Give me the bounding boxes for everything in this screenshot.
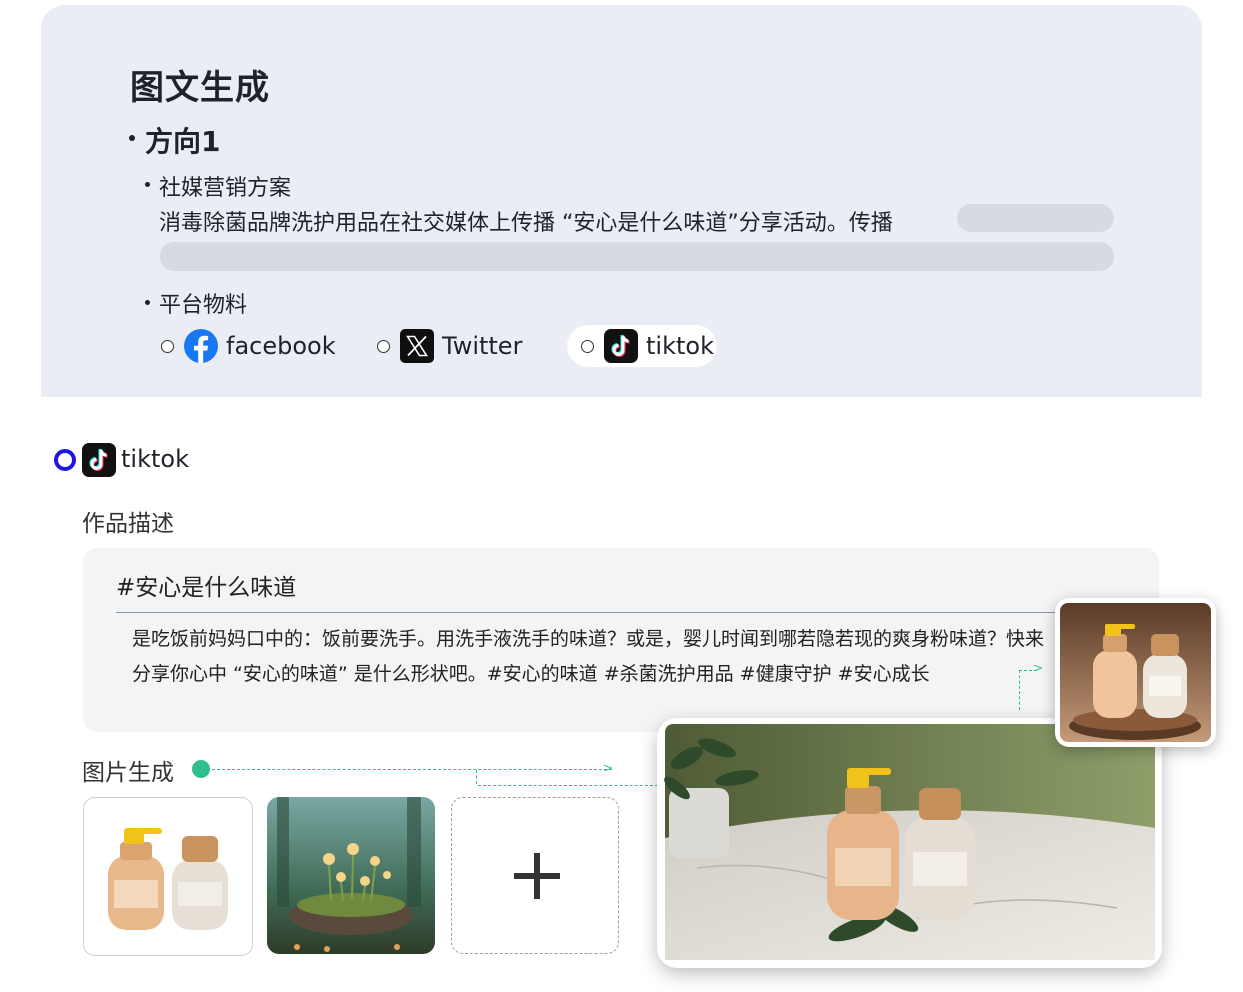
work-description-title: 作品描述 <box>82 511 174 537</box>
bullet-icon <box>145 300 150 305</box>
social-plan-title: 社媒营销方案 <box>159 176 292 201</box>
platform-materials-title: 平台物料 <box>159 293 248 318</box>
radio-button[interactable] <box>377 339 390 353</box>
bullet-icon <box>129 135 135 141</box>
arrow-icon: > <box>603 761 614 775</box>
image-generation-title: 图片生成 <box>82 760 174 786</box>
tiktok-icon <box>82 443 116 477</box>
platform-option-facebook[interactable]: facebook <box>161 325 341 367</box>
flowers-on-rock-image[interactable] <box>267 797 435 954</box>
selected-radio-button[interactable] <box>54 449 76 471</box>
page-title: 图文生成 <box>130 68 270 108</box>
platform-label: Twitter <box>442 332 523 360</box>
plus-icon <box>514 873 560 879</box>
platform-label: tiktok <box>646 332 714 360</box>
status-dot-icon <box>192 760 210 778</box>
platform-option-twitter[interactable]: Twitter <box>377 325 537 367</box>
connector-line <box>476 770 477 784</box>
connector-line <box>478 785 663 786</box>
divider <box>116 612 1061 613</box>
radio-button[interactable] <box>161 339 174 353</box>
direction-title: 方向1 <box>145 125 221 158</box>
connector-line <box>1019 670 1020 710</box>
generated-image-preview[interactable] <box>657 718 1162 968</box>
facebook-icon <box>184 329 218 363</box>
x-twitter-icon <box>400 329 434 363</box>
arrow-icon: > <box>1033 661 1044 675</box>
connector-line <box>212 769 612 770</box>
bullet-icon <box>145 182 150 187</box>
radio-button[interactable] <box>581 339 594 353</box>
generated-image-thumbnail[interactable] <box>1055 598 1216 747</box>
hashtag-title[interactable]: #安心是什么味道 <box>116 568 296 602</box>
loading-skeleton <box>160 242 1114 271</box>
platform-label: facebook <box>226 332 336 360</box>
description-text[interactable]: 是吃饭前妈妈口中的：饭前要洗手。用洗手液洗手的味道？或是，婴儿时闻到哪若隐若现的… <box>132 622 1052 692</box>
selected-platform-label: tiktok <box>121 445 189 473</box>
platform-option-tiktok[interactable]: tiktok <box>567 325 717 367</box>
social-plan-description: 消毒除菌品牌洗护用品在社交媒体上传播 “安心是什么味道”分享活动。传播 <box>159 211 893 236</box>
bottles-image[interactable] <box>83 797 253 956</box>
add-image-button[interactable] <box>451 797 619 954</box>
loading-skeleton <box>957 204 1114 232</box>
tiktok-icon <box>604 329 638 363</box>
